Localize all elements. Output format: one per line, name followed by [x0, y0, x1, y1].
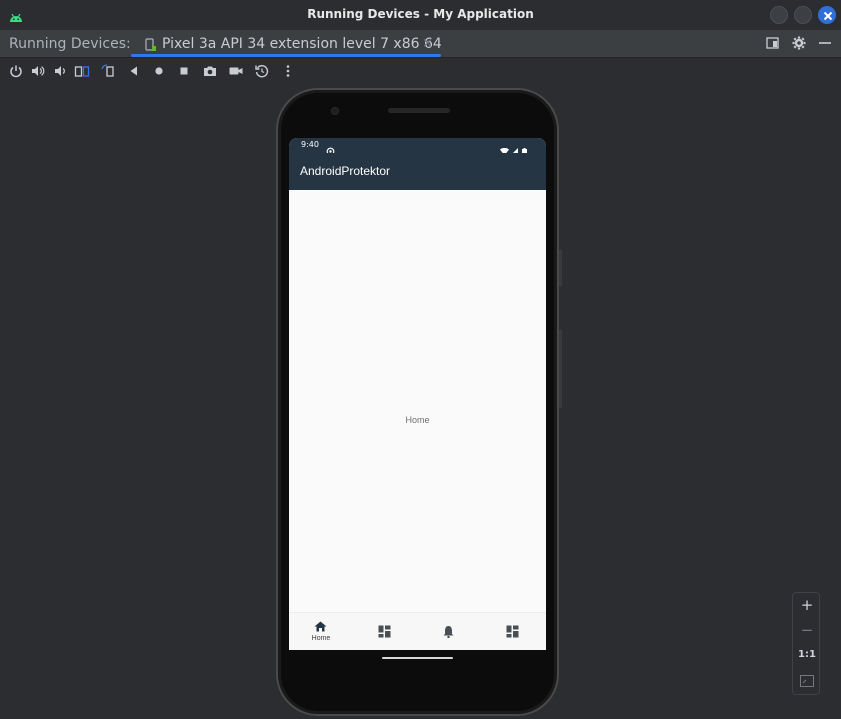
overview-icon[interactable] [176, 63, 192, 79]
dashboard-icon [378, 625, 391, 638]
screenshot-icon[interactable] [202, 63, 218, 79]
app-bar: AndroidProtektor [289, 153, 546, 190]
home-icon[interactable] [151, 63, 167, 79]
nav-item-dashboard[interactable] [353, 613, 417, 650]
window-title: Running Devices - My Application [307, 7, 534, 21]
power-button [559, 250, 562, 286]
close-icon[interactable] [818, 6, 836, 24]
device-tab-label: Pixel 3a API 34 extension level 7 x86 64 [162, 36, 442, 52]
volume-rocker [559, 330, 562, 408]
nav-item-notifications[interactable] [417, 613, 481, 650]
tab-selected-indicator [131, 54, 441, 57]
status-bar: 9:40 [289, 138, 546, 156]
window-mode-icon[interactable] [765, 35, 781, 51]
bottom-navigation: Home [289, 612, 546, 650]
title-bar: Running Devices - My Application [0, 0, 841, 30]
running-devices-tab-bar: Running Devices: Pixel 3a API 34 extensi… [0, 30, 841, 58]
fit-screen-icon[interactable] [793, 669, 821, 693]
power-icon[interactable] [8, 63, 24, 79]
zoom-in-button[interactable]: + [793, 593, 821, 617]
more-icon[interactable] [280, 63, 296, 79]
panel-label: Running Devices: [9, 36, 131, 52]
tab-close-button[interactable]: × [422, 36, 433, 51]
zoom-out-button[interactable]: − [793, 618, 821, 642]
minimize-icon[interactable] [770, 6, 788, 24]
home-icon [314, 621, 327, 632]
settings-icon[interactable] [791, 35, 807, 51]
reset-icon[interactable] [254, 63, 270, 79]
zoom-controls: + − 1:1 [792, 592, 820, 695]
nav-item-dashboard-2[interactable] [481, 613, 545, 650]
front-camera [331, 107, 339, 115]
ide-window: Running Devices - My Application Running… [0, 0, 841, 719]
back-icon[interactable] [126, 63, 142, 79]
hide-icon[interactable] [817, 35, 833, 51]
nav-item-home[interactable]: Home [289, 613, 353, 650]
volume-down-icon[interactable] [52, 63, 68, 79]
device-toolbar [0, 58, 841, 84]
app-title: AndroidProtektor [300, 164, 391, 178]
earpiece-speaker [388, 108, 450, 113]
notifications-icon [443, 626, 454, 638]
dashboard-icon [506, 625, 519, 638]
volume-up-icon[interactable] [30, 63, 46, 79]
screen-record-icon[interactable] [228, 63, 244, 79]
device-screen[interactable]: 9:40 AndroidProtektor Home Home [289, 138, 546, 650]
rotate-left-icon[interactable] [74, 63, 90, 79]
status-time: 9:40 [301, 140, 319, 149]
actual-size-button[interactable]: 1:1 [793, 643, 821, 667]
gesture-navigation-bar[interactable] [382, 657, 453, 659]
nav-label-home: Home [311, 635, 331, 642]
home-content-text: Home [405, 415, 430, 425]
maximize-icon[interactable] [794, 6, 812, 24]
panel-actions [765, 35, 833, 51]
device-tab[interactable]: Pixel 3a API 34 extension level 7 x86 64… [131, 30, 443, 57]
rotate-right-icon[interactable] [100, 63, 116, 79]
